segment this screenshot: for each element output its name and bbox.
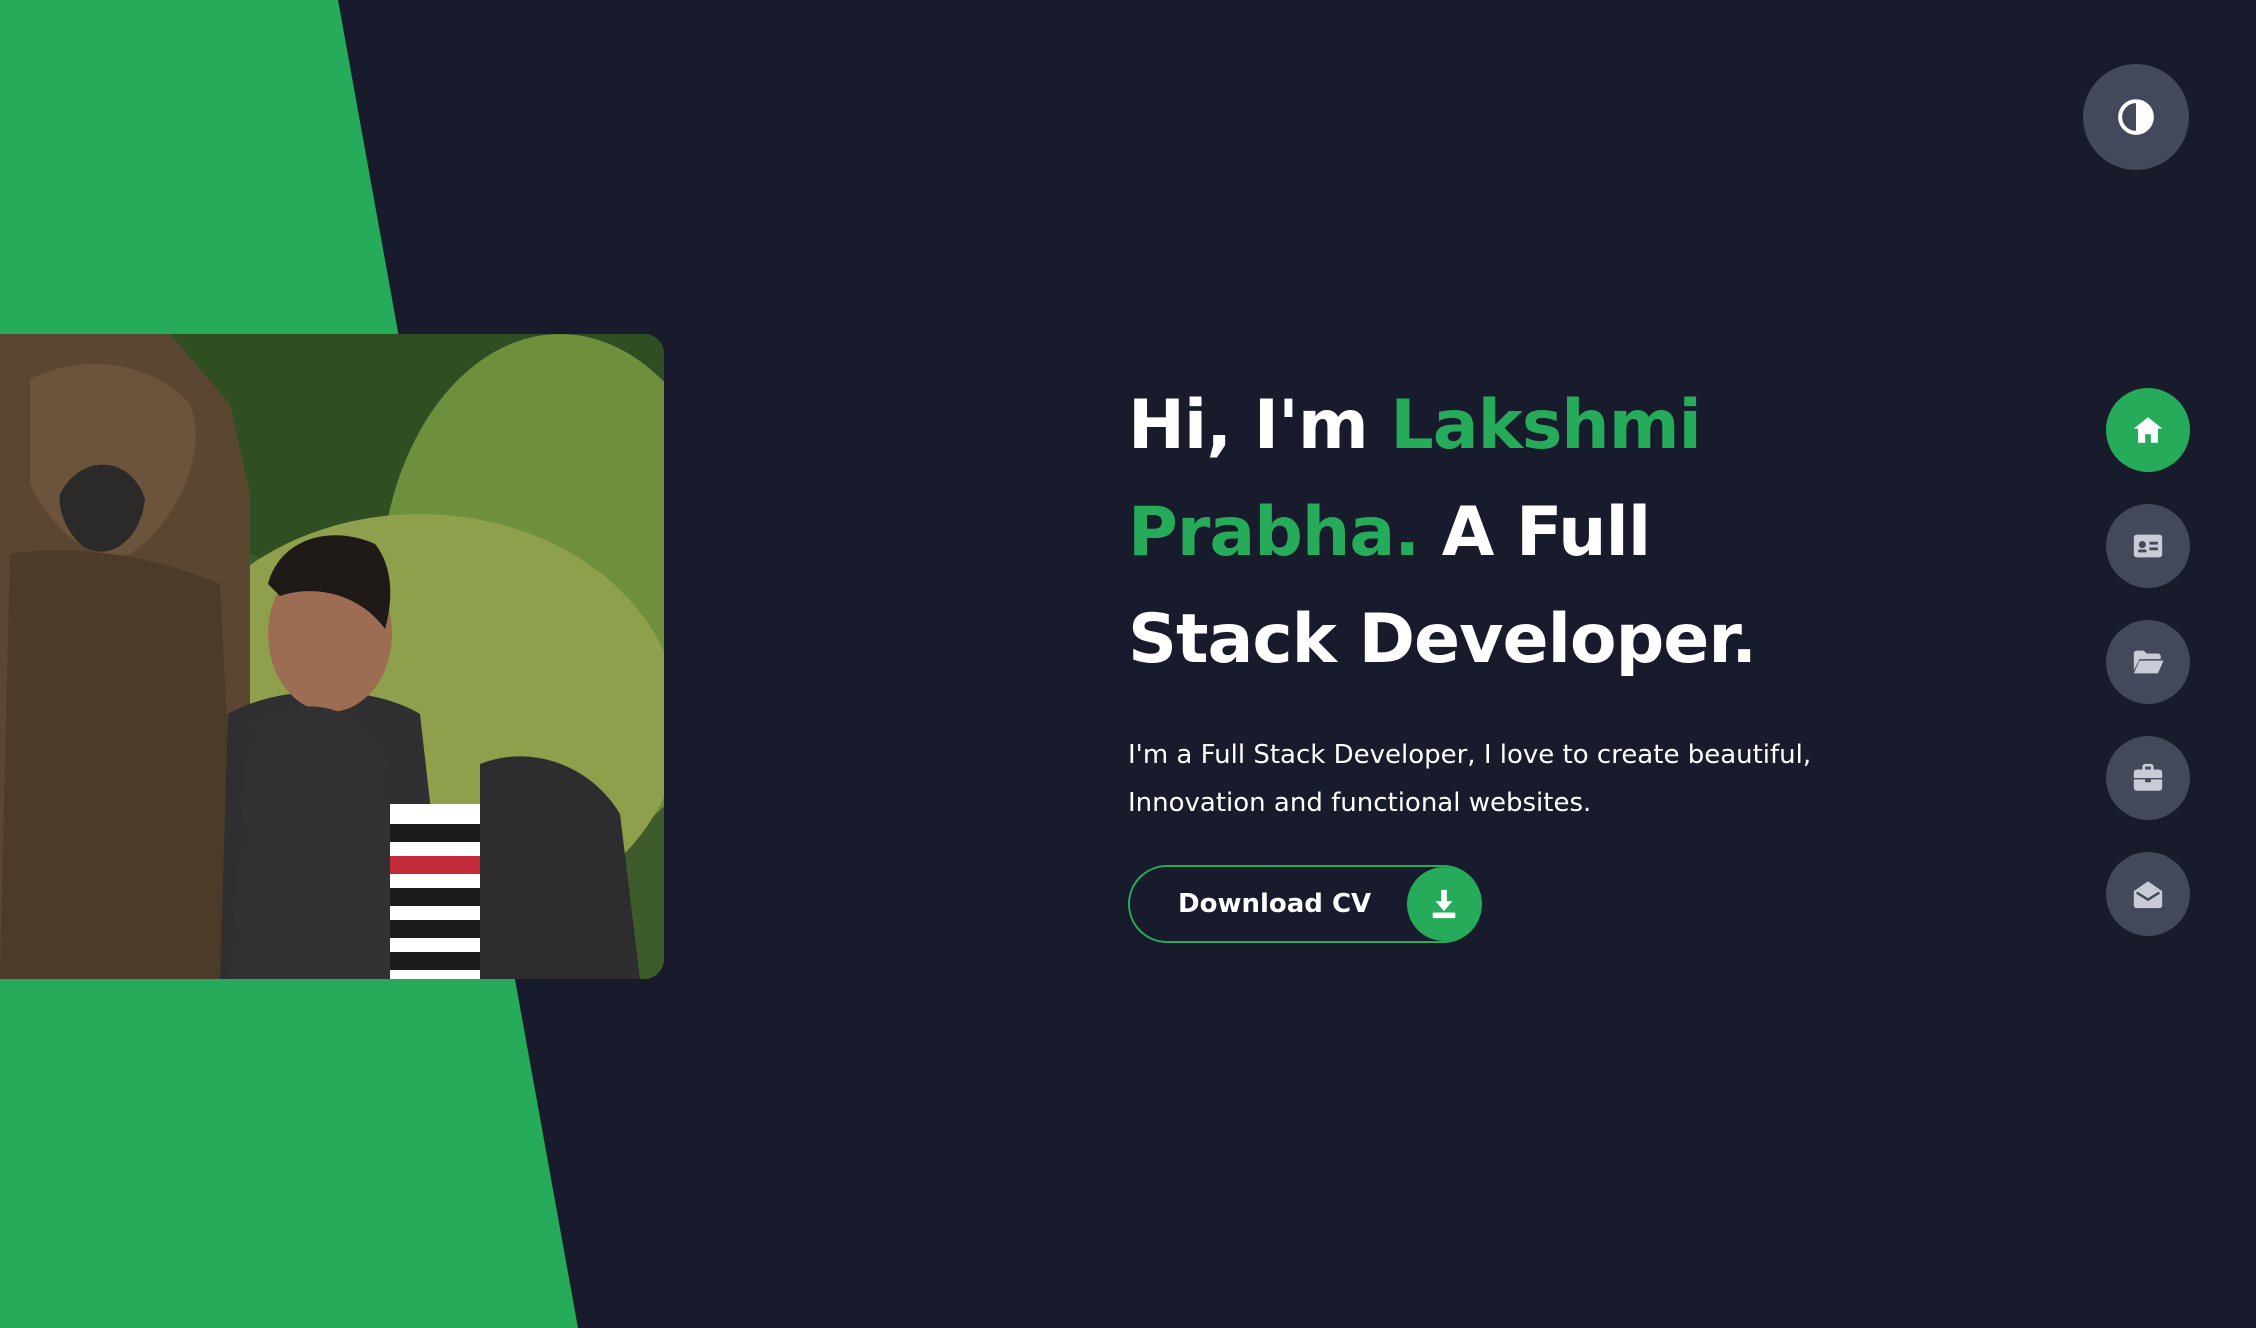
nav-home-button[interactable] xyxy=(2106,388,2190,472)
theme-toggle-button[interactable] xyxy=(2083,64,2189,170)
briefcase-icon xyxy=(2133,763,2163,791)
side-nav xyxy=(2106,388,2190,968)
nav-experience-button[interactable] xyxy=(2106,736,2190,820)
hero-title: Hi, I'm Lakshmi Prabha. A Full Stack Dev… xyxy=(1128,372,1848,693)
nav-about-button[interactable] xyxy=(2106,504,2190,588)
folder-open-icon xyxy=(2133,650,2164,674)
id-card-icon xyxy=(2133,534,2163,558)
profile-photo xyxy=(0,334,664,979)
nav-contact-button[interactable] xyxy=(2106,852,2190,936)
home-icon xyxy=(2133,417,2163,443)
hero-greeting: Hi, I'm xyxy=(1128,386,1391,465)
download-cv-label: Download CV xyxy=(1178,889,1372,919)
photo-icon xyxy=(0,334,664,979)
hero-section: Hi, I'm Lakshmi Prabha. A Full Stack Dev… xyxy=(1128,372,1848,943)
nav-portfolio-button[interactable] xyxy=(2106,620,2190,704)
envelope-open-icon xyxy=(2133,881,2163,909)
download-icon-button[interactable] xyxy=(1407,867,1481,941)
contrast-icon xyxy=(2118,99,2154,135)
hero-description: I'm a Full Stack Developer, I love to cr… xyxy=(1128,740,1812,818)
download-icon xyxy=(1432,889,1456,919)
download-cv-button[interactable]: Download CV xyxy=(1128,865,1482,943)
